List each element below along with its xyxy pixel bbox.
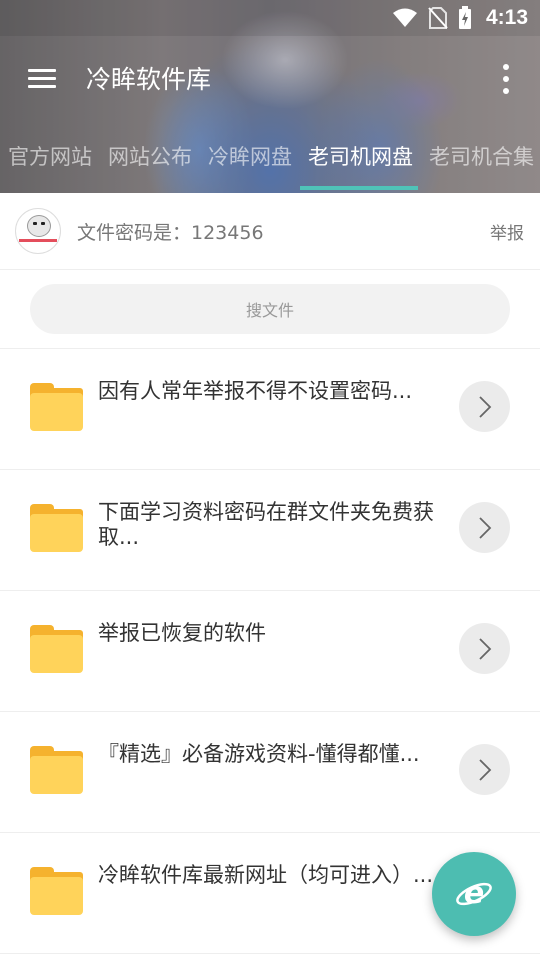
folder-icon (30, 746, 83, 794)
notice-row: 文件密码是：123456 举报 (0, 193, 540, 270)
battery-charging-icon (458, 6, 472, 30)
list-item[interactable]: 下面学习资料密码在群文件夹免费获取... (0, 470, 540, 591)
app-title: 冷眸软件库 (86, 65, 212, 94)
tab-laosiji-collection[interactable]: 老司机合集 (421, 126, 540, 188)
tab-official-site[interactable]: 官方网站 (0, 126, 100, 188)
chevron-right-icon[interactable] (459, 744, 510, 795)
tab-bar: 官方网站 网站公布 冷眸网盘 老司机网盘 老司机合集 (0, 126, 540, 188)
password-notice: 文件密码是：123456 (77, 221, 264, 244)
tab-laosiji-disk[interactable]: 老司机网盘 (300, 126, 421, 188)
svg-text:e: e (464, 876, 484, 911)
file-name: 冷眸软件库最新网址（均可进入）... (98, 863, 434, 887)
chevron-right-icon[interactable] (459, 381, 510, 432)
file-name: 『精选』必备游戏资料-懂得都懂... (98, 742, 420, 766)
menu-icon[interactable] (0, 36, 84, 120)
file-name: 下面学习资料密码在群文件夹免费获取... (98, 500, 434, 549)
more-options-icon[interactable] (496, 64, 516, 94)
file-name: 举报已恢复的软件 (98, 621, 266, 645)
tab-lengmou-disk[interactable]: 冷眸网盘 (200, 126, 300, 188)
wifi-icon (392, 8, 418, 28)
list-item[interactable]: 因有人常年举报不得不设置密码... (0, 349, 540, 470)
folder-icon (30, 867, 83, 915)
no-sim-icon (428, 7, 448, 29)
tab-site-announce[interactable]: 网站公布 (100, 126, 200, 188)
list-item[interactable]: 举报已恢复的软件 (0, 591, 540, 712)
avatar[interactable] (15, 208, 61, 254)
active-tab-indicator (300, 186, 418, 190)
report-button[interactable]: 举报 (490, 219, 524, 244)
folder-icon (30, 625, 83, 673)
chevron-right-icon[interactable] (459, 623, 510, 674)
status-bar: 4:13 (0, 0, 540, 36)
folder-icon (30, 383, 83, 431)
chevron-right-icon[interactable] (459, 502, 510, 553)
file-name: 因有人常年举报不得不设置密码... (98, 379, 413, 403)
browser-e-icon[interactable]: e (432, 852, 516, 936)
app-toolbar: 冷眸软件库 (0, 36, 540, 120)
folder-icon (30, 504, 83, 552)
list-item[interactable]: 『精选』必备游戏资料-懂得都懂... (0, 712, 540, 833)
status-time: 4:13 (485, 6, 528, 29)
search-input[interactable]: 搜文件 (30, 284, 510, 334)
